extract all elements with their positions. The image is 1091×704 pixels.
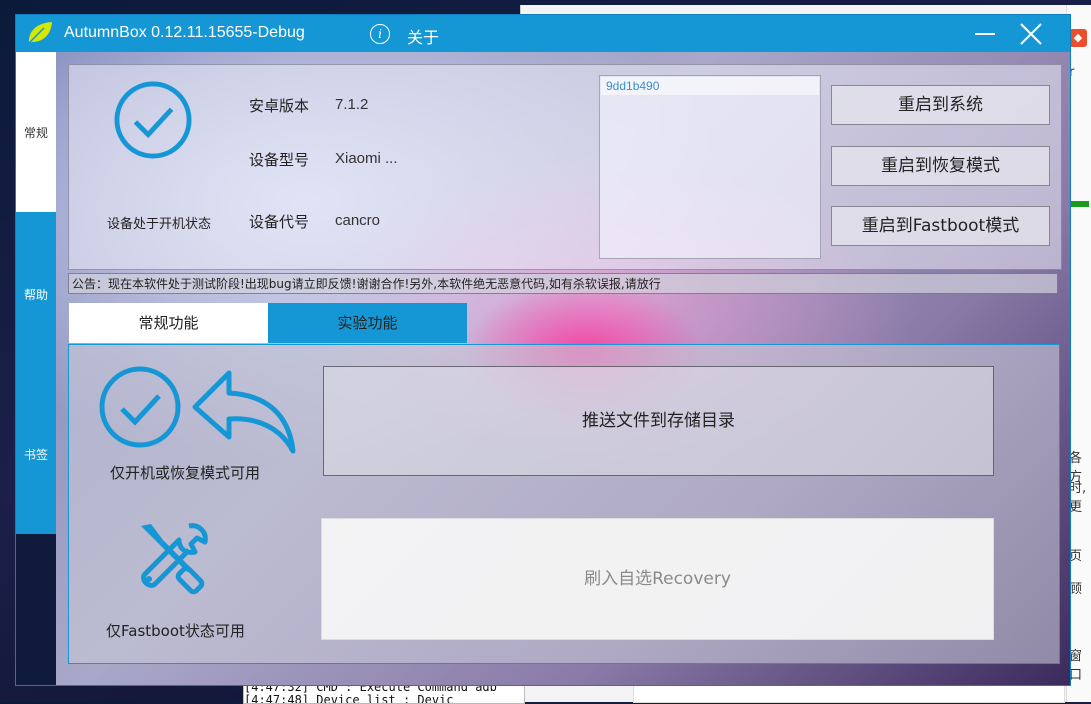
android-version-value: 7.1.2 [335, 96, 369, 113]
tab-general-functions[interactable]: 常规功能 [69, 303, 268, 343]
sidebar-item-label: 帮助 [23, 288, 48, 302]
autumnbox-window: AutumnBox 0.12.11.15655-Debug i 关于 常规 帮助… [16, 15, 1070, 685]
code-value: cancro [335, 212, 381, 229]
flash-recovery-button[interactable]: 刷入自选Recovery [321, 518, 994, 640]
check-circle-icon [114, 81, 192, 159]
reboot-recovery-button[interactable]: 重启到恢复模式 [831, 146, 1050, 186]
device-info-panel: 设备处于开机状态 安卓版本 7.1.2 设备型号 Xiaomi ... 设备代号… [68, 64, 1062, 270]
console-line: [4:47:48] Device list : Devic [244, 693, 454, 704]
android-version-label: 安卓版本 [249, 97, 310, 115]
background-text: 时,更 [1069, 481, 1087, 515]
close-icon[interactable] [1016, 19, 1046, 49]
background-text: 顾 [1069, 582, 1083, 597]
fastboot-only-label: 仅Fastboot状态可用 [106, 622, 245, 640]
main-content: 设备处于开机状态 安卓版本 7.1.2 设备型号 Xiaomi ... 设备代号… [56, 52, 1070, 685]
device-list[interactable]: 9dd1b490 [599, 75, 821, 259]
sidebar: 常规 帮助 书签 [16, 52, 56, 685]
code-label: 设备代号 [249, 213, 310, 231]
tools-icon [141, 523, 208, 595]
reboot-system-button[interactable]: 重启到系统 [831, 85, 1050, 125]
sidebar-item-label: 常规 [23, 126, 48, 140]
model-label: 设备型号 [249, 151, 310, 169]
functions-panel: 仅开机或恢复模式可用 仅Fastboot状态可用 推送文件到存储目录 刷入自选R… [68, 344, 1060, 664]
check-circle-icon [99, 366, 181, 448]
boot-recovery-only-label: 仅开机或恢复模式可用 [110, 464, 261, 482]
sidebar-item-label: 书签 [23, 448, 48, 462]
git-icon: ◆ [1069, 29, 1087, 47]
background-progress-bar [1069, 201, 1089, 207]
sidebar-item-help[interactable]: 帮助 [16, 212, 56, 372]
minimize-icon[interactable] [971, 23, 1001, 43]
background-text: 页 [1069, 549, 1083, 564]
background-text: 窗口 [1069, 649, 1083, 683]
about-link[interactable]: 关于 [407, 24, 439, 48]
undo-arrow-icon [192, 370, 296, 454]
device-status-text: 设备处于开机状态 [106, 217, 211, 232]
device-list-item[interactable]: 9dd1b490 [601, 77, 819, 95]
title-bar[interactable]: AutumnBox 0.12.11.15655-Debug i 关于 [16, 15, 1070, 52]
sidebar-item-general[interactable]: 常规 [16, 52, 56, 212]
reboot-fastboot-button[interactable]: 重启到Fastboot模式 [831, 206, 1050, 246]
tab-experimental-functions[interactable]: 实验功能 [268, 303, 467, 343]
model-value: Xiaomi ... [335, 150, 398, 167]
sidebar-item-bookmarks[interactable]: 书签 [16, 372, 56, 534]
leaf-logo-icon [28, 22, 52, 44]
notice-bar: 公告：现在本软件处于测试阶段!出现bug请立即反馈!谢谢合作!另外,本软件绝无恶… [68, 273, 1058, 294]
info-icon[interactable]: i [370, 24, 390, 44]
window-title: AutumnBox 0.12.11.15655-Debug [64, 24, 305, 41]
push-file-button[interactable]: 推送文件到存储目录 [323, 366, 994, 476]
